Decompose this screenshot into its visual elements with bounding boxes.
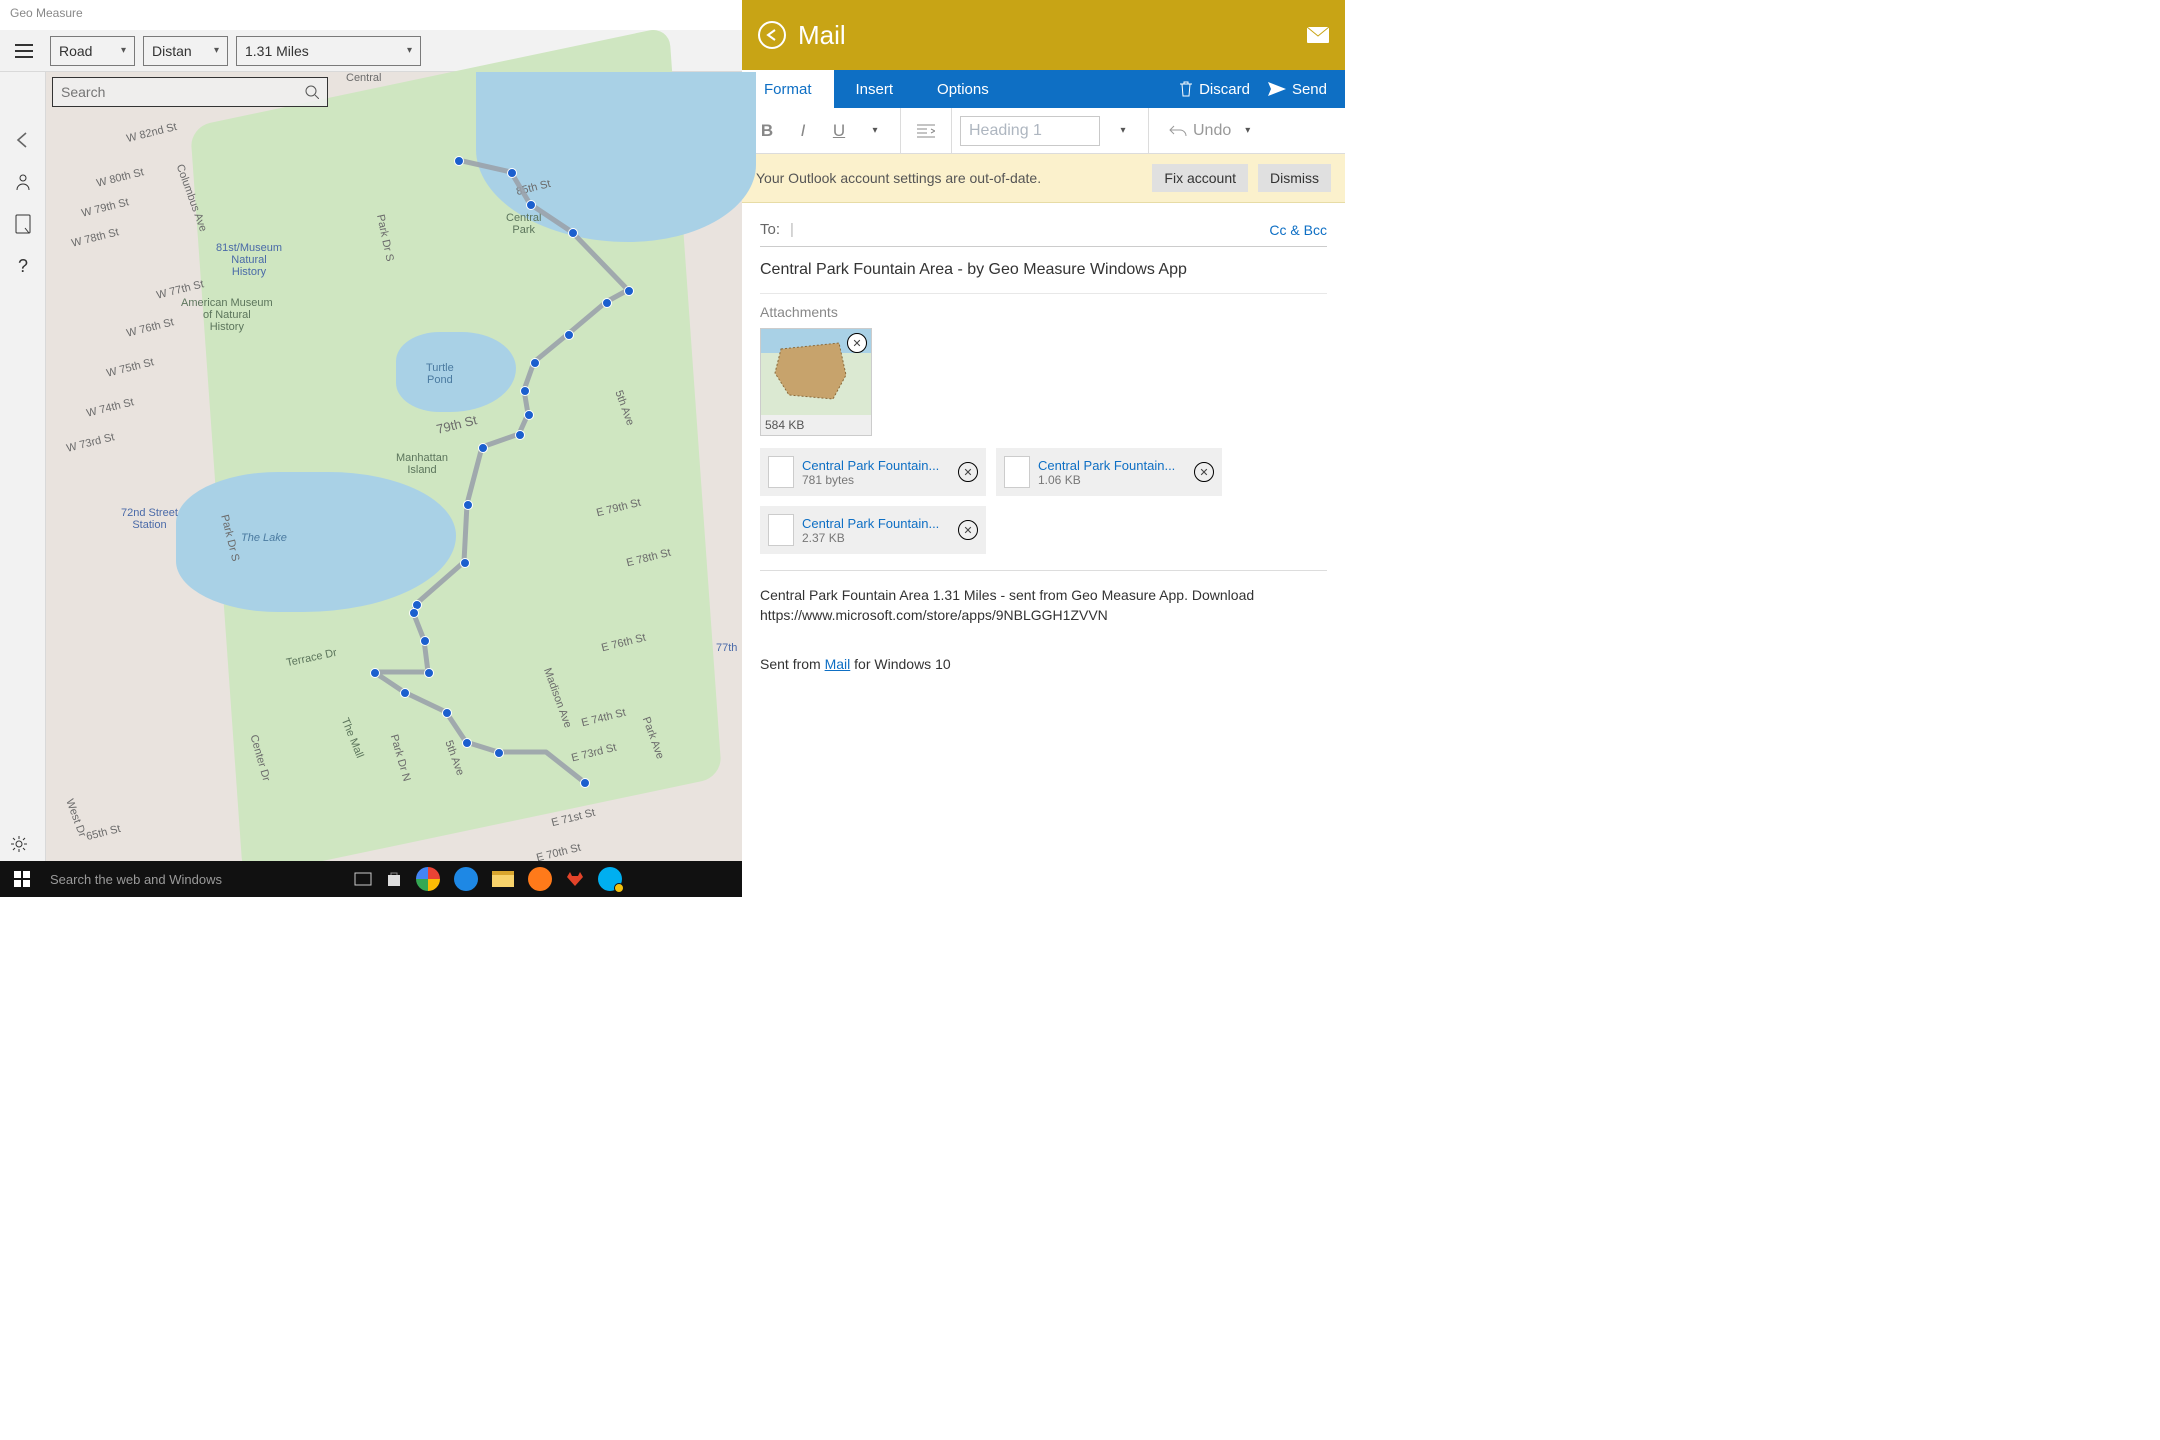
warning-text: Your Outlook account settings are out-of… <box>756 170 1041 186</box>
thumb-size: 584 KB <box>761 415 871 435</box>
remove-attachment-icon[interactable]: ✕ <box>958 520 978 540</box>
skype-icon[interactable] <box>598 867 622 891</box>
subject-field[interactable]: Central Park Fountain Area - by Geo Meas… <box>760 247 1327 294</box>
windows-taskbar[interactable]: Search the web and Windows <box>0 861 742 897</box>
mail-titlebar: Mail <box>742 0 1345 70</box>
svg-text:?: ? <box>18 256 28 276</box>
file-icon <box>768 514 794 546</box>
chevron-down-icon: ▾ <box>1245 125 1250 136</box>
attachment-thumbnail[interactable]: ✕ 584 KB <box>760 328 872 436</box>
mail-envelope-icon[interactable] <box>1307 27 1329 43</box>
italic-button[interactable]: I <box>786 114 820 148</box>
measure-mode-dropdown[interactable]: Distan ▾ <box>143 36 228 66</box>
to-field[interactable] <box>794 221 1270 238</box>
gitlab-icon[interactable] <box>566 870 584 888</box>
back-icon[interactable] <box>758 21 786 49</box>
undo-button[interactable]: Undo ▾ <box>1157 122 1262 140</box>
send-button[interactable]: Send <box>1268 81 1327 98</box>
attachments-label: Attachments <box>760 304 1327 320</box>
mail-window: Mail Format Insert Options Discard Send <box>742 0 1345 897</box>
remove-attachment-icon[interactable]: ✕ <box>958 462 978 482</box>
remove-attachment-icon[interactable]: ✕ <box>1194 462 1214 482</box>
undo-icon <box>1169 125 1187 137</box>
to-label: To: <box>760 221 780 238</box>
help-icon[interactable]: ? <box>5 248 41 284</box>
chrome-icon[interactable] <box>416 867 440 891</box>
start-button[interactable] <box>0 871 44 887</box>
compose-area: To: | Cc & Bcc Central Park Fountain Are… <box>742 203 1345 897</box>
hamburger-icon[interactable] <box>6 33 42 69</box>
discard-button[interactable]: Discard <box>1179 81 1250 98</box>
dismiss-button[interactable]: Dismiss <box>1258 164 1331 192</box>
file-explorer-icon[interactable] <box>492 871 514 887</box>
geo-measure-window: Geo Measure Road ▾ Distan ▾ 1.31 Miles ▾ <box>0 0 742 897</box>
map-type-value: Road <box>59 43 92 59</box>
task-view-icon[interactable] <box>354 872 372 886</box>
cc-bcc-link[interactable]: Cc & Bcc <box>1269 222 1327 238</box>
settings-icon[interactable] <box>10 835 28 853</box>
taskbar-search[interactable]: Search the web and Windows <box>44 872 344 887</box>
file-icon <box>1004 456 1030 488</box>
map-area[interactable]: Central Park 81st/Museum Natural History… <box>46 72 742 897</box>
indent-icon[interactable] <box>909 114 943 148</box>
map-type-dropdown[interactable]: Road ▾ <box>50 36 135 66</box>
edge-icon[interactable] <box>454 867 478 891</box>
file-icon <box>768 456 794 488</box>
taskbar-tray <box>344 867 632 891</box>
search-input[interactable] <box>52 77 328 107</box>
store-icon[interactable] <box>386 871 402 887</box>
chevron-down-icon: ▾ <box>121 45 126 56</box>
firefox-icon[interactable] <box>528 867 552 891</box>
chevron-down-icon: ▾ <box>407 45 412 56</box>
measure-mode-value: Distan <box>152 43 192 59</box>
mail-ribbon-tabs: Format Insert Options Discard Send <box>742 70 1345 108</box>
style-more-icon[interactable]: ▾ <box>1106 114 1140 148</box>
device-icon[interactable] <box>5 206 41 242</box>
chevron-down-icon: ▾ <box>214 45 219 56</box>
person-pin-icon[interactable] <box>5 164 41 200</box>
mail-title: Mail <box>798 20 846 51</box>
trash-icon <box>1179 81 1193 97</box>
attachment-chip[interactable]: Central Park Fountain... 1.06 KB ✕ <box>996 448 1222 496</box>
send-icon <box>1268 82 1286 96</box>
measure-value: 1.31 Miles <box>245 43 309 59</box>
geo-sidebar: ? <box>0 72 46 897</box>
warning-bar: Your Outlook account settings are out-of… <box>742 154 1345 203</box>
mail-app-link[interactable]: Mail <box>825 656 851 672</box>
format-toolbar: B I U ▾ Heading 1 ▾ Undo ▾ <box>742 108 1345 154</box>
fix-account-button[interactable]: Fix account <box>1152 164 1248 192</box>
style-dropdown[interactable]: Heading 1 <box>960 116 1100 146</box>
back-icon[interactable] <box>5 122 41 158</box>
attachment-chip[interactable]: Central Park Fountain... 781 bytes ✕ <box>760 448 986 496</box>
email-body[interactable]: Central Park Fountain Area 1.31 Miles - … <box>760 570 1327 674</box>
underline-button[interactable]: U <box>822 114 856 148</box>
attachment-chip[interactable]: Central Park Fountain... 2.37 KB ✕ <box>760 506 986 554</box>
geo-title: Geo Measure <box>0 0 742 30</box>
font-more-icon[interactable]: ▾ <box>858 114 892 148</box>
tab-insert[interactable]: Insert <box>834 70 916 108</box>
tab-options[interactable]: Options <box>915 70 1011 108</box>
map-canvas[interactable]: Central Park 81st/Museum Natural History… <box>46 72 742 897</box>
search-icon <box>305 85 319 99</box>
search-field[interactable] <box>61 84 305 100</box>
measure-value-dropdown[interactable]: 1.31 Miles ▾ <box>236 36 421 66</box>
remove-attachment-icon[interactable]: ✕ <box>847 333 867 353</box>
